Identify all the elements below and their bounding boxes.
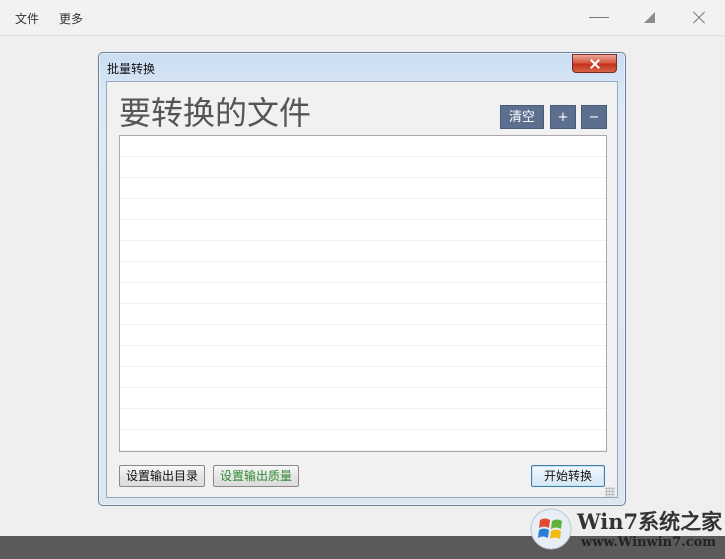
remove-file-button[interactable]: − [581, 105, 607, 129]
set-output-quality-button[interactable]: 设置输出质量 [213, 465, 299, 487]
restore-icon[interactable] [638, 8, 660, 28]
list-item[interactable] [120, 346, 606, 367]
menu-file[interactable]: 文件 [15, 10, 39, 27]
list-item[interactable] [120, 367, 606, 388]
list-item[interactable] [120, 262, 606, 283]
app-title-bar: 文件 更多 [0, 0, 725, 36]
page-title: 要转换的文件 [119, 94, 312, 132]
list-item[interactable] [120, 199, 606, 220]
start-convert-button[interactable]: 开始转换 [531, 465, 605, 487]
list-item[interactable] [120, 283, 606, 304]
minimize-icon[interactable] [588, 8, 610, 28]
list-item[interactable] [120, 220, 606, 241]
windows-logo-icon [530, 508, 572, 550]
list-item[interactable] [120, 241, 606, 262]
list-item[interactable] [120, 430, 606, 451]
menu-more[interactable]: 更多 [59, 10, 83, 27]
list-item[interactable] [120, 157, 606, 178]
list-item[interactable] [120, 388, 606, 409]
resize-grip-icon[interactable] [605, 487, 615, 497]
list-item[interactable] [120, 304, 606, 325]
list-item[interactable] [120, 409, 606, 430]
file-list[interactable] [119, 135, 607, 452]
dialog-close-button[interactable] [572, 54, 617, 73]
dialog-body: 要转换的文件 清空 + − 设置输出目录 设置输出质量 开始转换 [106, 81, 618, 498]
close-icon[interactable] [688, 8, 710, 28]
clear-button[interactable]: 清空 [500, 105, 544, 129]
watermark: Win7系统之家 www.Winwin7.com [526, 504, 725, 556]
list-item[interactable] [120, 136, 606, 157]
add-file-button[interactable]: + [550, 105, 576, 129]
list-item[interactable] [120, 178, 606, 199]
set-output-dir-button[interactable]: 设置输出目录 [119, 465, 205, 487]
batch-convert-dialog: 批量转换 要转换的文件 清空 + − 设置输出目录 设置输出质量 开始转换 [98, 52, 626, 506]
list-item[interactable] [120, 325, 606, 346]
watermark-brand: Win7系统之家 [577, 509, 723, 534]
dialog-title: 批量转换 [107, 62, 156, 76]
watermark-url: www.Winwin7.com [581, 535, 717, 550]
